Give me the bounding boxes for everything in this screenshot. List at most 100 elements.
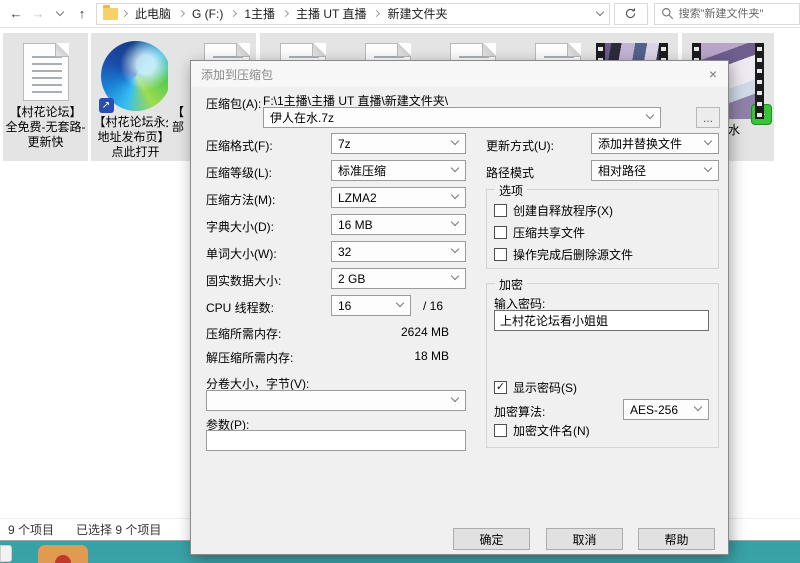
breadcrumb-separator-icon [177, 9, 186, 18]
chevron-down-icon [703, 163, 713, 173]
field-label: 路径模式 [486, 166, 535, 180]
checkbox-label: 创建自释放程序(X) [513, 204, 613, 218]
shared-files-checkbox[interactable]: 压缩共享文件 [494, 224, 585, 241]
field-label: 压缩所需内存: [206, 327, 282, 341]
breadcrumb-separator-icon [120, 9, 129, 18]
chevron-down-icon [645, 110, 655, 120]
field-label: 字典大小(D): [206, 220, 274, 234]
chevron-down-icon [450, 271, 460, 281]
file-label: 【村花论坛永久地址发布页】-点此打开 [93, 115, 178, 159]
list-item[interactable]: 【村花论坛】全免费-无套路-更新快 [3, 33, 88, 161]
checkbox-label: 压缩共享文件 [513, 226, 586, 240]
checkbox-icon [494, 248, 507, 261]
chevron-down-icon [450, 190, 460, 200]
show-password-checkbox[interactable]: ✓ 显示密码(S) [494, 379, 577, 396]
parameters-input[interactable] [206, 430, 466, 451]
app-logo-icon [55, 555, 71, 563]
explorer-toolbar: ← → ↑ 此电脑 G (F:) 1主播 主播 UT 直播 新建文件夹 [0, 0, 800, 28]
archive-name-combobox[interactable]: 伊人在水.7z [263, 107, 661, 128]
chevron-down-icon [450, 217, 460, 227]
field-label: 解压缩所需内存: [206, 351, 294, 365]
checkbox-icon [494, 204, 507, 217]
file-label: 【 部 [172, 105, 185, 134]
format-select[interactable]: 7z [331, 133, 466, 154]
field-label: CPU 线程数: [206, 301, 275, 315]
address-bar[interactable]: 此电脑 G (F:) 1主播 主播 UT 直播 新建文件夹 [96, 2, 610, 25]
back-icon[interactable]: ← [6, 4, 26, 24]
solid-block-size-select[interactable]: 2 GB [331, 268, 466, 289]
checkbox-icon [494, 424, 507, 437]
memory-compress-value: 2624 MB [400, 325, 449, 339]
taskbar-app-icon[interactable] [0, 545, 12, 562]
field-label: 压缩格式(F): [206, 139, 273, 153]
password-input[interactable] [494, 310, 709, 331]
breadcrumb-folder-2[interactable]: 主播 UT 直播 [292, 5, 370, 22]
file-label: 【村花论坛】全免费-无套路-更新快 [5, 105, 86, 149]
refresh-button[interactable] [613, 2, 648, 25]
chevron-down-icon [450, 244, 460, 254]
breadcrumb-folder-1[interactable]: 1主播 [240, 5, 279, 22]
dictionary-size-select[interactable]: 16 MB [331, 214, 466, 235]
breadcrumb-separator-icon [281, 9, 290, 18]
address-chevron-down-icon[interactable] [595, 7, 605, 17]
add-to-archive-dialog: 添加到压缩包 × 压缩包(A): F:\1主播\主播 UT 直播\新建文件夹\ … [190, 60, 729, 555]
word-size-select[interactable]: 32 [331, 241, 466, 262]
encryption-group-title: 加密 [495, 276, 528, 293]
breadcrumb-separator-icon [230, 9, 238, 18]
edge-browser-icon: ↗ [98, 41, 171, 113]
path-mode-select[interactable]: 相对路径 [591, 160, 719, 181]
dialog-title: 添加到压缩包 [201, 67, 274, 82]
search-box[interactable] [653, 2, 800, 25]
help-button[interactable]: 帮助 [638, 528, 715, 550]
chevron-down-icon [450, 393, 460, 403]
ok-button[interactable]: 确定 [453, 528, 530, 550]
field-label: 压缩方法(M): [206, 193, 276, 207]
delete-after-checkbox[interactable]: 操作完成后删除源文件 [494, 246, 633, 263]
encrypt-filenames-checkbox[interactable]: 加密文件名(N) [494, 422, 590, 439]
close-icon[interactable]: × [698, 62, 728, 86]
refresh-icon [626, 7, 636, 19]
browse-button[interactable]: ... [696, 107, 720, 128]
search-icon [661, 8, 673, 20]
options-group-title: 选项 [495, 182, 528, 199]
up-icon[interactable]: ↑ [72, 4, 92, 24]
breadcrumb-folder-current[interactable]: 新建文件夹 [383, 5, 451, 22]
memory-decompress-value: 18 MB [414, 349, 449, 363]
search-input[interactable] [678, 7, 789, 20]
item-count: 9 个项目 [8, 523, 55, 537]
chevron-down-icon [395, 298, 405, 308]
field-label: 更新方式(U): [486, 139, 554, 153]
play-icon: ▶ [751, 104, 772, 125]
volume-size-combobox[interactable] [206, 390, 466, 411]
checkbox-checked-icon: ✓ [494, 381, 507, 394]
text-document-icon [22, 43, 69, 101]
desktop-app-icon[interactable] [38, 545, 88, 563]
checkbox-label: 加密文件名(N) [513, 424, 590, 438]
encryption-method-select[interactable]: AES-256 [623, 399, 709, 420]
chevron-down-icon [693, 402, 703, 412]
forward-icon[interactable]: → [28, 4, 48, 24]
field-label: 单词大小(W): [206, 247, 277, 261]
field-label: 固实数据大小: [206, 274, 282, 288]
chevron-down-icon [450, 163, 460, 173]
checkbox-label: 操作完成后删除源文件 [513, 248, 634, 262]
field-label: 压缩等级(L): [206, 166, 273, 180]
method-select[interactable]: LZMA2 [331, 187, 466, 208]
breadcrumb-this-pc[interactable]: 此电脑 [131, 5, 175, 22]
history-chevron-down-icon[interactable] [50, 4, 70, 24]
cpu-threads-max: / 16 [423, 299, 444, 313]
list-item[interactable]: ↗ 【村花论坛永久地址发布页】-点此打开 [91, 33, 180, 161]
archive-label: 压缩包(A): [206, 97, 262, 111]
checkbox-label: 显示密码(S) [513, 381, 577, 395]
update-mode-select[interactable]: 添加并替换文件 [591, 133, 719, 154]
level-select[interactable]: 标准压缩 [331, 160, 466, 181]
cancel-button[interactable]: 取消 [546, 528, 623, 550]
cpu-threads-select[interactable]: 16 [331, 295, 411, 316]
breadcrumb-drive[interactable]: G (F:) [188, 7, 227, 21]
dialog-titlebar[interactable]: 添加到压缩包 × [191, 61, 728, 87]
chevron-down-icon [450, 136, 460, 146]
create-sfx-checkbox[interactable]: 创建自释放程序(X) [494, 202, 613, 219]
folder-icon [103, 4, 118, 20]
checkbox-icon [494, 226, 507, 239]
chevron-down-icon [703, 136, 713, 146]
